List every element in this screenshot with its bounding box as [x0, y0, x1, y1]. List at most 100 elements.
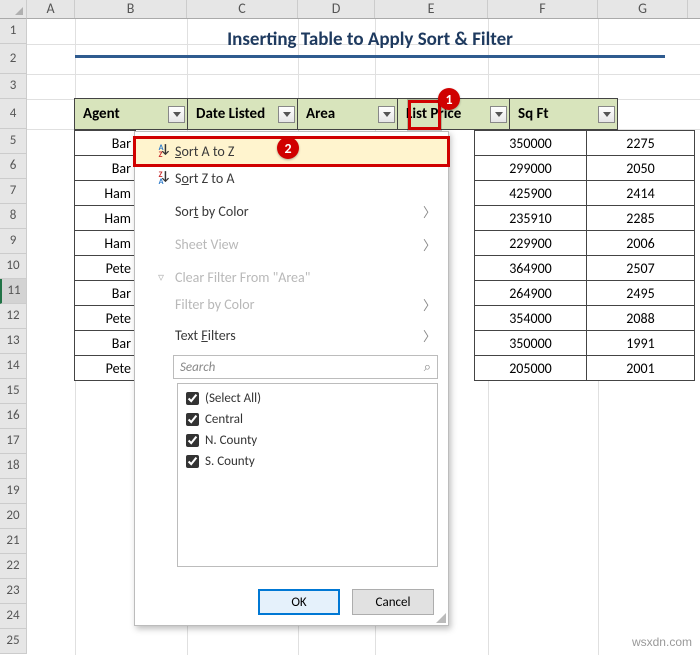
row-header[interactable]: 25 — [0, 629, 26, 654]
cell-sq[interactable]: 2001 — [586, 355, 695, 381]
row-header[interactable]: 14 — [0, 354, 26, 379]
row-header[interactable]: 12 — [0, 304, 26, 329]
cell-list[interactable]: 350000 — [474, 130, 587, 156]
check-item[interactable]: Central — [186, 409, 429, 430]
chevron-right-icon: 〉 — [423, 326, 436, 345]
col-header-A[interactable]: A — [27, 0, 75, 18]
cell-list[interactable]: 205000 — [474, 355, 587, 381]
cell-sq[interactable]: 2050 — [586, 155, 695, 181]
header-area[interactable]: Area — [297, 98, 398, 130]
row-header[interactable]: 16 — [0, 404, 26, 429]
menu-sheet-view: Sheet View 〉 — [135, 231, 448, 258]
filter-dropdown-sqft[interactable] — [598, 106, 615, 123]
row-header[interactable]: 4 — [0, 99, 26, 129]
header-agent[interactable]: Agent — [74, 98, 188, 130]
row-headers: 1 2 3 4 5 6 7 8 9 10 11 12 13 14 15 16 1… — [0, 19, 27, 654]
row-header[interactable]: 21 — [0, 529, 26, 554]
row-header[interactable]: 3 — [0, 74, 26, 99]
check-select-all[interactable]: (Select All) — [186, 388, 429, 409]
cancel-button[interactable]: Cancel — [352, 589, 434, 615]
row-header[interactable]: 23 — [0, 579, 26, 604]
filter-dropdown-list[interactable] — [490, 106, 507, 123]
column-headers: A B C D E F G — [27, 0, 700, 19]
col-header-E[interactable]: E — [375, 0, 488, 18]
row-header[interactable]: 15 — [0, 379, 26, 404]
ok-button[interactable]: OK — [258, 589, 340, 615]
chevron-right-icon: 〉 — [423, 235, 436, 254]
menu-text-filters[interactable]: Text Filters 〉 — [135, 322, 448, 349]
cell-agent[interactable]: Bar — [74, 280, 136, 306]
row-header[interactable]: 2 — [0, 44, 26, 74]
cell-agent[interactable]: Pete — [74, 255, 136, 281]
cell-agent[interactable]: Bar — [74, 155, 136, 181]
search-icon: ⌕ — [424, 360, 431, 375]
row-header[interactable]: 8 — [0, 204, 26, 229]
col-header-F[interactable]: F — [488, 0, 598, 18]
filter-dropdown-agent[interactable] — [168, 106, 185, 123]
filter-dropdown-date[interactable] — [278, 106, 295, 123]
cell-agent[interactable]: Pete — [74, 355, 136, 381]
cell-sq[interactable]: 2507 — [586, 255, 695, 281]
data-table: Agent Date Listed Area List Price Sq Ft — [75, 99, 618, 130]
cell-sq[interactable]: 2414 — [586, 180, 695, 206]
cell-agent[interactable]: Ham — [74, 180, 136, 206]
header-date[interactable]: Date Listed — [187, 98, 298, 130]
cell-agent[interactable]: Ham — [74, 205, 136, 231]
cell-list[interactable]: 364900 — [474, 255, 587, 281]
clear-filter-icon: ▿ — [147, 270, 175, 285]
table-body-left: Bar Bar Ham Ham Ham Pete Bar Pete Bar Pe… — [75, 131, 136, 381]
watermark: wsxdn.com — [632, 635, 692, 649]
annotation-callout-1: 1 — [438, 88, 460, 110]
cell-sq[interactable]: 2088 — [586, 305, 695, 331]
filter-dropdown-area[interactable] — [378, 106, 395, 123]
cell-sq[interactable]: 2495 — [586, 280, 695, 306]
row-header[interactable]: 13 — [0, 329, 26, 354]
filter-search-input[interactable]: Search ⌕ — [173, 355, 438, 379]
cell-sq[interactable]: 2006 — [586, 230, 695, 256]
cell-list[interactable]: 235910 — [474, 205, 587, 231]
check-item[interactable]: S. County — [186, 451, 429, 472]
row-header[interactable]: 24 — [0, 604, 26, 629]
row-header[interactable]: 22 — [0, 554, 26, 579]
chevron-right-icon: 〉 — [423, 295, 436, 314]
cell-sq[interactable]: 2285 — [586, 205, 695, 231]
chevron-right-icon: 〉 — [423, 202, 436, 221]
menu-sort-za[interactable]: ZA↓ Sort Z to A — [135, 165, 448, 192]
col-header-G[interactable]: G — [598, 0, 688, 18]
col-header-C[interactable]: C — [187, 0, 298, 18]
menu-clear-filter: ▿ Clear Filter From "Area" — [135, 264, 448, 291]
row-header[interactable]: 6 — [0, 154, 26, 179]
cell-agent[interactable]: Bar — [74, 130, 136, 156]
cell-agent[interactable]: Pete — [74, 305, 136, 331]
header-sqft[interactable]: Sq Ft — [509, 98, 618, 130]
cell-list[interactable]: 229900 — [474, 230, 587, 256]
row-header[interactable]: 1 — [0, 19, 26, 44]
row-header[interactable]: 18 — [0, 454, 26, 479]
cell-sq[interactable]: 2275 — [586, 130, 695, 156]
row-header[interactable]: 20 — [0, 504, 26, 529]
row-header[interactable]: 5 — [0, 129, 26, 154]
select-all-corner[interactable] — [0, 0, 27, 19]
cell-list[interactable]: 264900 — [474, 280, 587, 306]
row-header[interactable]: 11 — [0, 279, 26, 304]
col-header-B[interactable]: B — [75, 0, 187, 18]
cell-agent[interactable]: Ham — [74, 230, 136, 256]
row-header[interactable]: 10 — [0, 254, 26, 279]
row-header[interactable]: 17 — [0, 429, 26, 454]
row-header[interactable]: 19 — [0, 479, 26, 504]
col-header-D[interactable]: D — [298, 0, 375, 18]
row-header[interactable]: 7 — [0, 179, 26, 204]
cell-list[interactable]: 425900 — [474, 180, 587, 206]
annotation-callout-2: 2 — [277, 137, 299, 159]
row-header[interactable]: 9 — [0, 229, 26, 254]
filter-checklist[interactable]: (Select All) Central N. County S. County — [177, 383, 438, 567]
cell-agent[interactable]: Bar — [74, 330, 136, 356]
cell-list[interactable]: 350000 — [474, 330, 587, 356]
menu-sort-color[interactable]: Sort by Color 〉 — [135, 198, 448, 225]
resize-gripper[interactable] — [436, 613, 446, 623]
cell-list[interactable]: 354000 — [474, 305, 587, 331]
menu-filter-color: Filter by Color 〉 — [135, 291, 448, 318]
check-item[interactable]: N. County — [186, 430, 429, 451]
cell-list[interactable]: 299000 — [474, 155, 587, 181]
cell-sq[interactable]: 1991 — [586, 330, 695, 356]
